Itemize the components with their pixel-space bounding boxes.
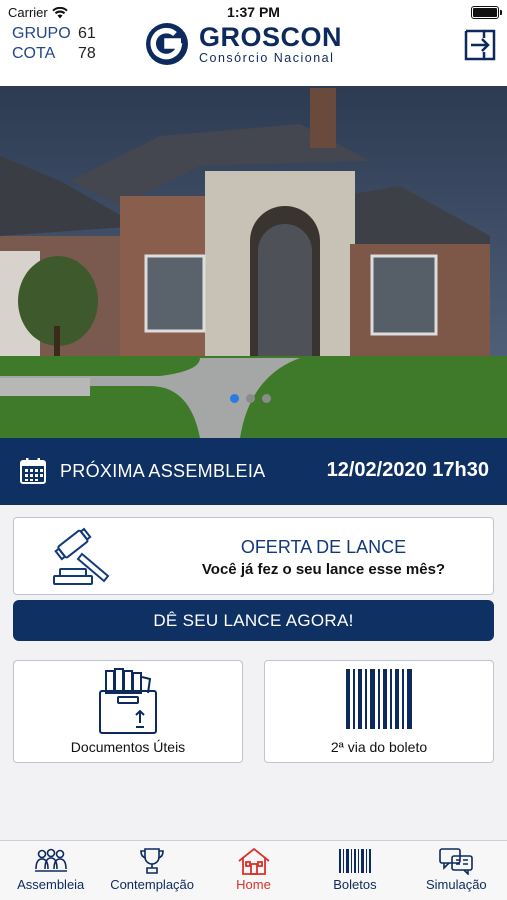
tab-label: Assembleia	[17, 877, 85, 892]
tab-label: Contemplação	[110, 877, 195, 892]
group-quota-info: GRUPO 61 COTA 78	[12, 24, 96, 64]
boleto-copy-tile[interactable]: 2ª via do boleto	[264, 660, 494, 763]
app-header: GRUPO 61 COTA 78 GROSCON Consórcio Nacio…	[0, 22, 507, 86]
next-assembly-banner: PRÓXIMA ASSEMBLEIA 12/02/2020 17h30	[0, 438, 507, 505]
tab-home[interactable]: Home	[203, 841, 304, 900]
carousel-pagination	[230, 394, 271, 403]
tab-simulacao[interactable]: Simulação	[406, 841, 507, 900]
brand-logo: GROSCON Consórcio Nacional	[145, 22, 342, 66]
logout-icon[interactable]	[463, 28, 497, 62]
tab-label: Simulação	[425, 877, 487, 892]
battery-icon	[471, 6, 502, 19]
brand-name: GROSCON	[199, 22, 343, 52]
tab-boletos[interactable]: Boletos	[304, 841, 405, 900]
chat-calculator-icon	[439, 848, 474, 875]
calendar-icon	[20, 458, 46, 484]
carousel-dot[interactable]	[246, 394, 255, 403]
tab-label: Home	[236, 877, 271, 892]
groscon-logo-icon	[146, 23, 188, 65]
documents-box-icon	[99, 668, 157, 734]
barcode-icon	[346, 669, 412, 729]
carousel-dot[interactable]	[262, 394, 271, 403]
useful-documents-label: Documentos Úteis	[70, 739, 186, 755]
brand-subtitle: Consórcio Nacional	[199, 51, 335, 65]
barcode-icon	[338, 849, 371, 873]
hero-carousel[interactable]	[0, 86, 507, 438]
status-bar: Carrier 1:37 PM	[0, 0, 507, 22]
offer-title: OFERTA DE LANCE	[240, 537, 407, 557]
carousel-dot-active[interactable]	[230, 394, 239, 403]
boleto-copy-label: 2ª via do boleto	[330, 739, 428, 755]
house-icon	[237, 847, 270, 875]
assembly-date: 12/02/2020 17h30	[326, 459, 489, 481]
clock: 1:37 PM	[227, 4, 280, 20]
trophy-icon	[140, 848, 164, 874]
people-icon	[34, 848, 67, 872]
bottom-tab-bar: Assembleia Contemplação Home Boletos Sim…	[0, 840, 507, 900]
group-value: 61	[78, 25, 96, 42]
quota-label: COTA	[12, 45, 56, 62]
tab-contemplacao[interactable]: Contemplação	[101, 841, 202, 900]
bid-offer-card[interactable]: OFERTA DE LANCE Você já fez o seu lance …	[13, 517, 494, 595]
offer-subtitle: Você já fez o seu lance esse mês?	[201, 561, 446, 578]
tab-assembleia[interactable]: Assembleia	[0, 841, 101, 900]
place-bid-button[interactable]: DÊ SEU LANCE AGORA!	[13, 600, 494, 641]
tab-label: Boletos	[333, 877, 377, 892]
house-photo	[0, 86, 507, 438]
group-label: GRUPO	[12, 25, 71, 42]
quota-value: 78	[78, 45, 96, 62]
useful-documents-tile[interactable]: Documentos Úteis	[13, 660, 243, 763]
assembly-label: PRÓXIMA ASSEMBLEIA	[60, 461, 266, 481]
gavel-icon	[53, 527, 110, 585]
